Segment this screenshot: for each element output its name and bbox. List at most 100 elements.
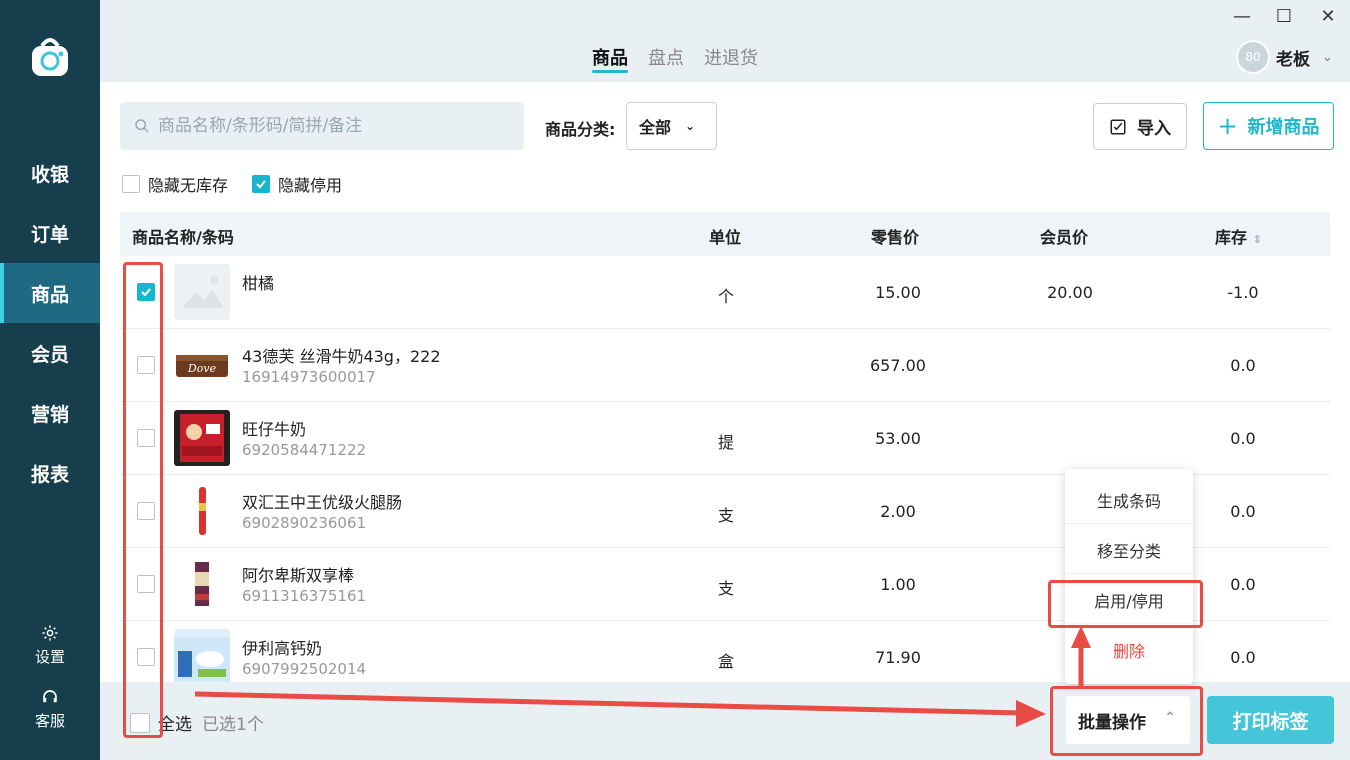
product-unit: 个 xyxy=(717,287,734,306)
product-stock: 0.0 xyxy=(1230,429,1256,448)
import-label: 导入 xyxy=(1137,119,1171,139)
select-all-checkbox[interactable] xyxy=(130,712,150,733)
row-checkbox[interactable] xyxy=(137,283,155,301)
selected-count: 已选1个 xyxy=(202,715,264,735)
user-menu[interactable]: 80 老板 ⌄ xyxy=(1236,40,1333,74)
maximize-icon[interactable]: ☐ xyxy=(1272,6,1296,27)
row-checkbox[interactable] xyxy=(137,356,155,374)
product-retail-price: 53.00 xyxy=(875,429,921,448)
category-select[interactable]: 全部 ⌄ xyxy=(626,102,717,150)
top-tabs: 商品 盘点 进退货 xyxy=(592,44,758,74)
sidebar-item-members[interactable]: 会员 xyxy=(0,323,100,383)
product-image xyxy=(174,556,230,612)
chevron-down-icon: ⌄ xyxy=(1322,49,1333,65)
product-stock: 0.0 xyxy=(1230,356,1256,375)
product-stock: -1.0 xyxy=(1227,283,1259,302)
row-checkbox[interactable] xyxy=(137,648,155,666)
close-icon[interactable]: ✕ xyxy=(1316,6,1340,27)
app-logo-icon xyxy=(28,36,72,80)
batch-operation-button[interactable]: 批量操作 ⌃ xyxy=(1066,696,1190,744)
table-row[interactable]: Dove 43德芙 丝滑牛奶43g，222 16914973600017 657… xyxy=(120,329,1330,402)
product-name: 双汇王中王优级火腿肠 xyxy=(242,493,403,512)
checkbox[interactable] xyxy=(252,175,270,193)
filter-hide-disabled[interactable]: 隐藏停用 xyxy=(252,172,342,196)
product-code: 16914973600017 xyxy=(242,368,376,386)
product-code: 6920584471222 xyxy=(242,441,367,459)
search-icon xyxy=(135,119,149,133)
svg-text:Dove: Dove xyxy=(187,362,217,375)
product-unit: 盒 xyxy=(717,652,734,671)
filter-label: 隐藏停用 xyxy=(278,176,343,195)
tab-purchase-return[interactable]: 进退货 xyxy=(704,44,758,74)
search-input[interactable] xyxy=(158,116,498,136)
column-header-stock[interactable]: 库存 ⇕ xyxy=(1215,224,1262,248)
product-image xyxy=(174,483,230,539)
product-code: 6911316375161 xyxy=(242,587,367,605)
customer-service-button[interactable]: 客服 xyxy=(0,688,100,731)
product-name: 伊利高钙奶 xyxy=(242,639,323,658)
settings-label: 设置 xyxy=(34,648,65,666)
product-stock: 0.0 xyxy=(1230,648,1256,667)
product-name: 43德芙 丝滑牛奶43g，222 xyxy=(242,347,441,366)
row-checkbox[interactable] xyxy=(137,575,155,593)
check-icon xyxy=(256,180,266,189)
check-icon xyxy=(141,288,151,297)
product-code: 6902890236061 xyxy=(242,514,367,532)
product-image: Dove xyxy=(174,337,230,393)
user-name: 老板 xyxy=(1276,49,1310,70)
column-header-name: 商品名称/条码 xyxy=(132,228,234,247)
product-code: 6907992502014 xyxy=(242,660,367,678)
checkbox[interactable] xyxy=(122,175,140,193)
tab-stocktake[interactable]: 盘点 xyxy=(648,44,684,74)
filter-hide-no-stock[interactable]: 隐藏无库存 xyxy=(122,172,228,196)
chevron-down-icon: ⌄ xyxy=(685,119,696,133)
import-button[interactable]: 导入 xyxy=(1093,103,1187,150)
product-image xyxy=(174,629,230,685)
sidebar-item-products[interactable]: 商品 xyxy=(0,263,100,323)
product-retail-price: 657.00 xyxy=(870,356,926,375)
sidebar-item-marketing[interactable]: 营销 xyxy=(0,383,100,443)
import-icon xyxy=(1110,119,1126,134)
product-retail-price: 71.90 xyxy=(875,648,921,667)
row-checkbox[interactable] xyxy=(137,429,155,447)
row-checkbox[interactable] xyxy=(137,502,155,520)
gear-icon xyxy=(42,625,58,641)
menu-item-move-category[interactable]: 移至分类 xyxy=(1065,526,1193,574)
headset-icon xyxy=(43,690,57,703)
footer-bar: 全选 已选1个 批量操作 ⌃ 打印标签 xyxy=(100,682,1350,760)
menu-item-generate-barcode[interactable]: 生成条码 xyxy=(1065,476,1193,524)
minimize-icon[interactable]: — xyxy=(1230,6,1254,27)
filter-label: 隐藏无库存 xyxy=(148,176,229,195)
menu-item-enable-disable[interactable]: 启用/停用 xyxy=(1065,576,1193,624)
table-row[interactable]: 柑橘 个 15.00 20.00 -1.0 xyxy=(120,256,1330,329)
product-name: 旺仔牛奶 xyxy=(242,420,307,439)
table-row[interactable]: 旺仔牛奶 6920584471222 提 53.00 0.0 xyxy=(120,402,1330,475)
table-header: 商品名称/条码 单位 零售价 会员价 库存 ⇕ xyxy=(120,212,1330,256)
category-label: 商品分类: xyxy=(545,120,616,139)
category-value: 全部 xyxy=(639,118,672,137)
menu-item-delete[interactable]: 删除 xyxy=(1065,626,1193,674)
column-header-member-price: 会员价 xyxy=(1040,228,1089,247)
print-label-button[interactable]: 打印标签 xyxy=(1207,696,1334,744)
tab-products[interactable]: 商品 xyxy=(592,44,628,74)
sidebar-item-cashier[interactable]: 收银 xyxy=(0,143,100,203)
product-retail-price: 1.00 xyxy=(880,575,916,594)
chevron-up-icon: ⌃ xyxy=(1164,710,1176,726)
avatar: 80 xyxy=(1236,40,1270,74)
search-box[interactable] xyxy=(120,102,524,150)
settings-button[interactable]: 设置 xyxy=(0,624,100,667)
product-image-placeholder xyxy=(174,264,230,320)
column-header-unit: 单位 xyxy=(709,228,742,247)
batch-operation-label: 批量操作 xyxy=(1078,712,1146,733)
top-bar: 商品 盘点 进退货 — ☐ ✕ 80 老板 ⌄ xyxy=(100,0,1350,82)
product-stock: 0.0 xyxy=(1230,575,1256,594)
product-retail-price: 2.00 xyxy=(880,502,916,521)
product-retail-price: 15.00 xyxy=(875,283,921,302)
add-product-button[interactable]: + 新增商品 xyxy=(1203,102,1334,150)
sidebar-item-orders[interactable]: 订单 xyxy=(0,203,100,263)
sort-icon[interactable]: ⇕ xyxy=(1253,233,1262,246)
sidebar-item-reports[interactable]: 报表 xyxy=(0,443,100,503)
product-stock: 0.0 xyxy=(1230,502,1256,521)
product-name: 柑橘 xyxy=(242,274,275,293)
select-all[interactable]: 全选 已选1个 xyxy=(130,710,264,735)
